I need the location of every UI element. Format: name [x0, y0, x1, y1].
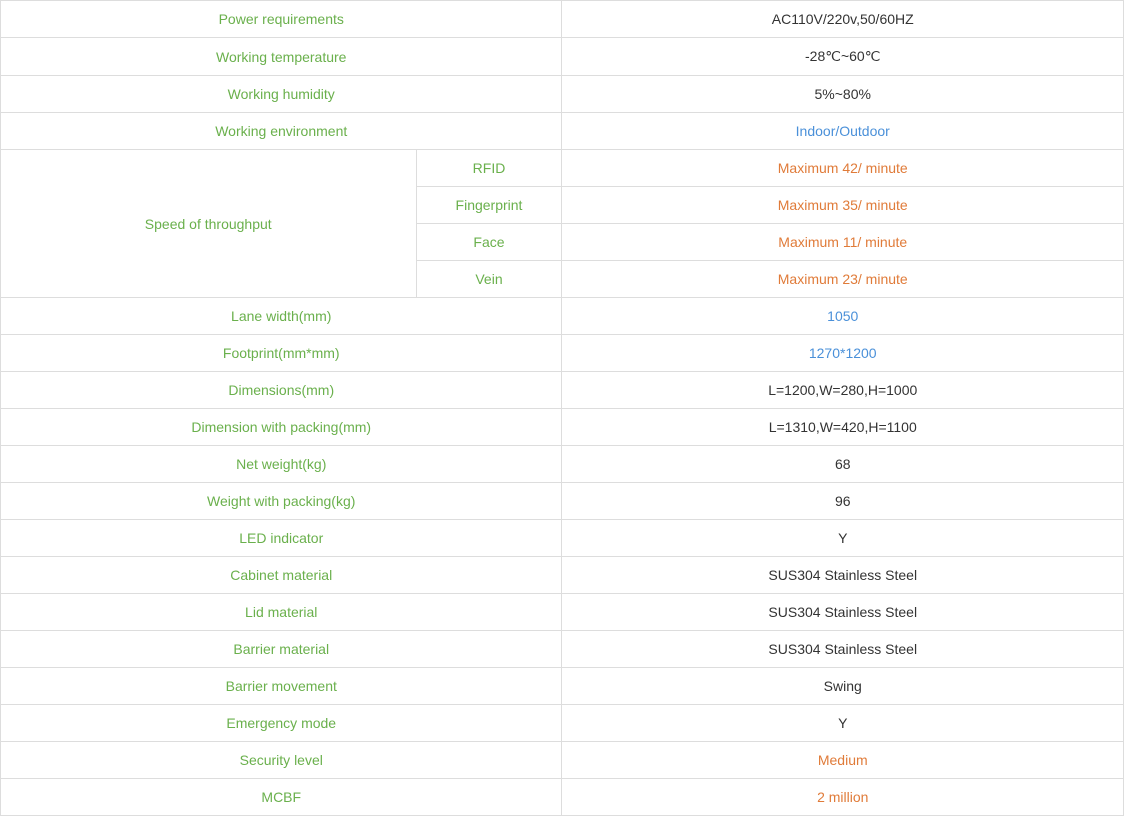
table-row: LED indicatorY: [1, 520, 1124, 557]
row-value: L=1200,W=280,H=1000: [562, 372, 1124, 409]
row-value: Medium: [562, 742, 1124, 779]
row-label: Dimension with packing(mm): [1, 409, 562, 446]
spec-table: Power requirementsAC110V/220v,50/60HZWor…: [0, 0, 1124, 816]
table-row: Footprint(mm*mm)1270*1200: [1, 335, 1124, 372]
row-value: 1050: [562, 298, 1124, 335]
table-row: Dimension with packing(mm)L=1310,W=420,H…: [1, 409, 1124, 446]
row-label: Power requirements: [1, 1, 562, 38]
row-label: Barrier movement: [1, 668, 562, 705]
table-row: Cabinet materialSUS304 Stainless Steel: [1, 557, 1124, 594]
row-label: Net weight(kg): [1, 446, 562, 483]
table-row: MCBF2 million: [1, 779, 1124, 816]
group-label: Speed of throughput: [1, 150, 417, 298]
row-value: Maximum 11/ minute: [562, 224, 1124, 261]
row-label: Working humidity: [1, 76, 562, 113]
row-label: MCBF: [1, 779, 562, 816]
row-label: Dimensions(mm): [1, 372, 562, 409]
table-row: Working humidity5%~80%: [1, 76, 1124, 113]
table-row: Security levelMedium: [1, 742, 1124, 779]
sub-label: Face: [416, 224, 562, 261]
table-row: Emergency modeY: [1, 705, 1124, 742]
row-value: SUS304 Stainless Steel: [562, 594, 1124, 631]
row-label: Lane width(mm): [1, 298, 562, 335]
table-row: Speed of throughputRFIDMaximum 42/ minut…: [1, 150, 1124, 187]
row-value: Indoor/Outdoor: [562, 113, 1124, 150]
row-label: Security level: [1, 742, 562, 779]
row-value: Maximum 35/ minute: [562, 187, 1124, 224]
row-value: Y: [562, 705, 1124, 742]
row-label: Lid material: [1, 594, 562, 631]
table-row: Barrier materialSUS304 Stainless Steel: [1, 631, 1124, 668]
table-row: Dimensions(mm)L=1200,W=280,H=1000: [1, 372, 1124, 409]
table-row: Weight with packing(kg)96: [1, 483, 1124, 520]
table-row: Lid materialSUS304 Stainless Steel: [1, 594, 1124, 631]
row-label: Cabinet material: [1, 557, 562, 594]
row-label: LED indicator: [1, 520, 562, 557]
row-label: Footprint(mm*mm): [1, 335, 562, 372]
row-value: -28℃~60℃: [562, 38, 1124, 76]
row-label: Barrier material: [1, 631, 562, 668]
table-row: Lane width(mm)1050: [1, 298, 1124, 335]
sub-label: RFID: [416, 150, 562, 187]
row-value: SUS304 Stainless Steel: [562, 631, 1124, 668]
row-value: Swing: [562, 668, 1124, 705]
row-label: Emergency mode: [1, 705, 562, 742]
row-value: Maximum 23/ minute: [562, 261, 1124, 298]
row-value: 5%~80%: [562, 76, 1124, 113]
row-value: Y: [562, 520, 1124, 557]
row-value: Maximum 42/ minute: [562, 150, 1124, 187]
row-label: Weight with packing(kg): [1, 483, 562, 520]
table-row: Net weight(kg)68: [1, 446, 1124, 483]
row-label: Working temperature: [1, 38, 562, 76]
table-row: Working temperature-28℃~60℃: [1, 38, 1124, 76]
row-value: SUS304 Stainless Steel: [562, 557, 1124, 594]
table-row: Power requirementsAC110V/220v,50/60HZ: [1, 1, 1124, 38]
row-value: L=1310,W=420,H=1100: [562, 409, 1124, 446]
row-value: 1270*1200: [562, 335, 1124, 372]
row-value: AC110V/220v,50/60HZ: [562, 1, 1124, 38]
row-value: 2 million: [562, 779, 1124, 816]
row-label: Working environment: [1, 113, 562, 150]
table-row: Working environmentIndoor/Outdoor: [1, 113, 1124, 150]
sub-label: Fingerprint: [416, 187, 562, 224]
row-value: 96: [562, 483, 1124, 520]
sub-label: Vein: [416, 261, 562, 298]
row-value: 68: [562, 446, 1124, 483]
table-row: Barrier movementSwing: [1, 668, 1124, 705]
